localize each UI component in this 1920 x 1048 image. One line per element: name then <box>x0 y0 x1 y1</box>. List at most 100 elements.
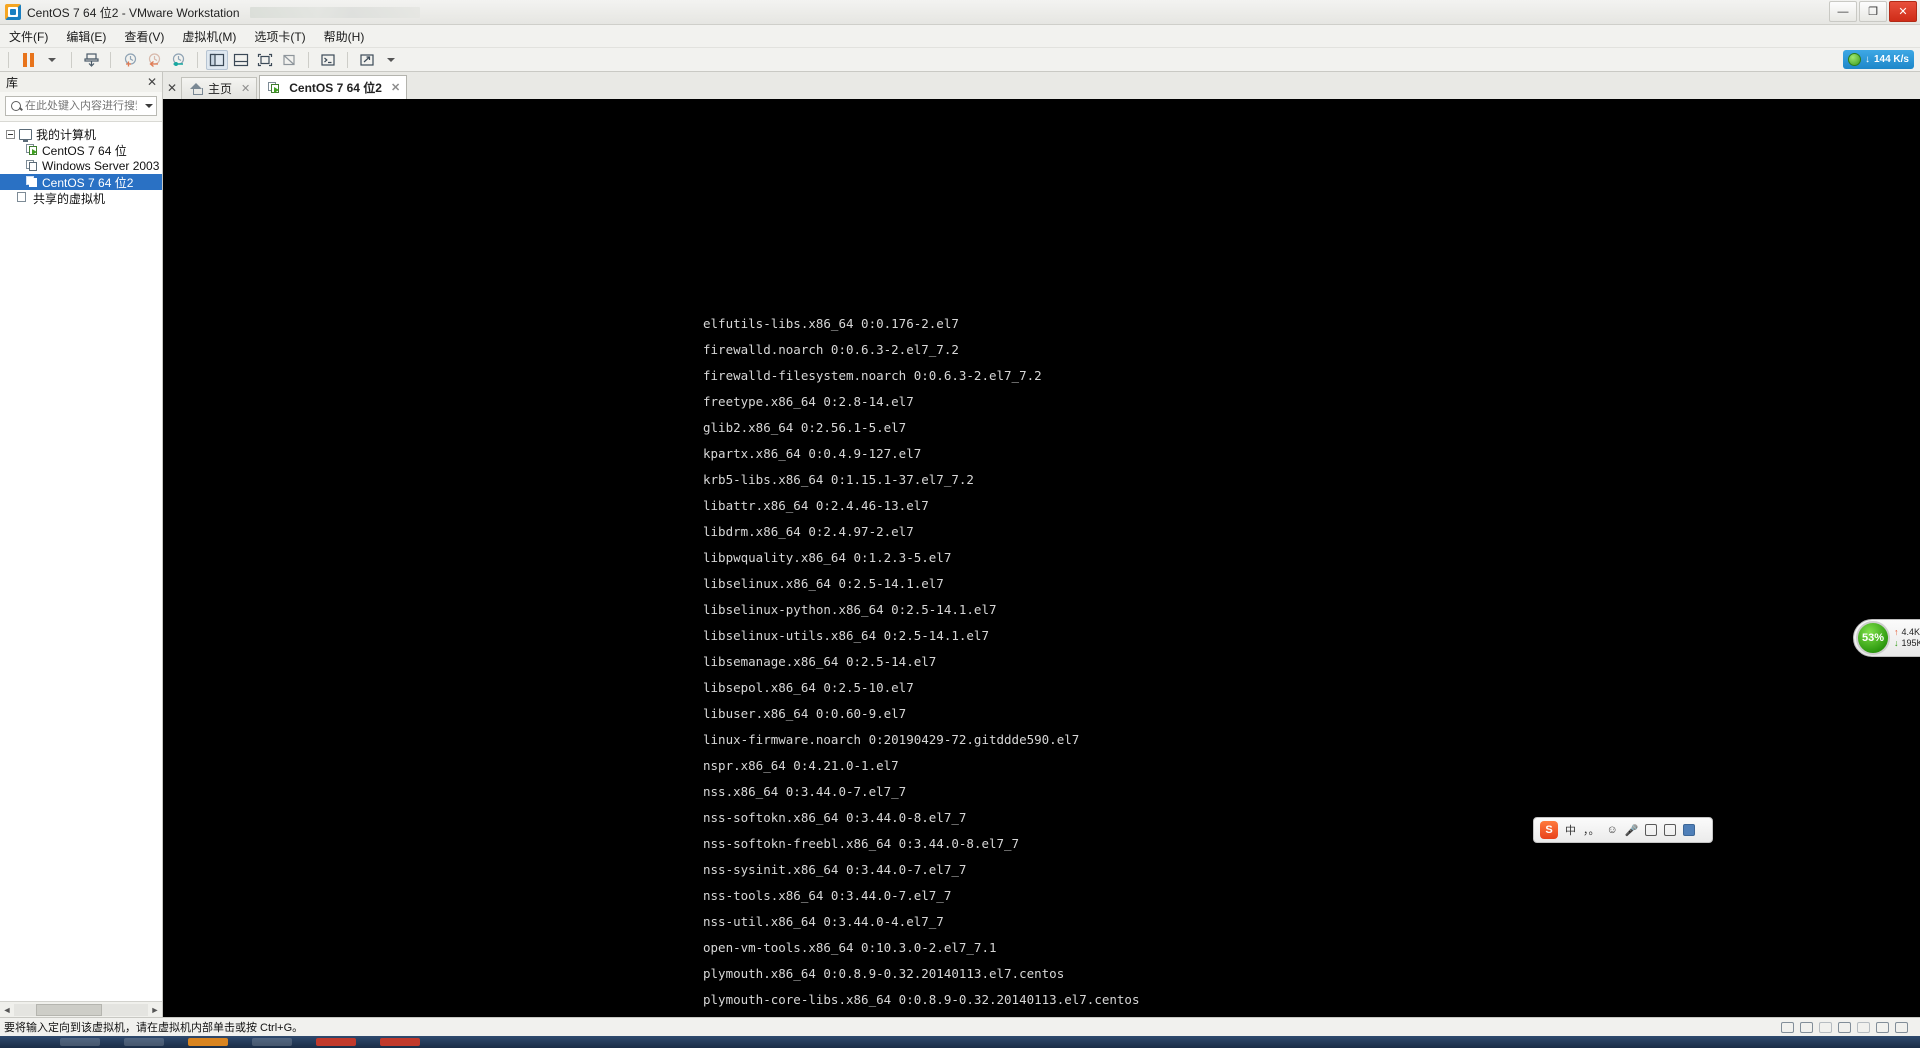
unity-button[interactable] <box>278 50 300 70</box>
console-icon <box>321 53 335 66</box>
taskbar-item[interactable] <box>60 1038 100 1046</box>
taskbar-item[interactable] <box>188 1038 228 1046</box>
toolbar: ↓ 144 K/s <box>0 48 1920 72</box>
maximize-button[interactable]: ❐ <box>1859 1 1887 22</box>
scroll-right-icon[interactable]: ► <box>148 1003 162 1017</box>
revert-snapshot-button[interactable] <box>143 50 165 70</box>
toolbar-separator <box>308 51 309 68</box>
chevron-down-icon[interactable] <box>145 104 153 108</box>
pause-icon <box>22 52 34 67</box>
terminal-line: glib2.x86_64 0:2.56.1-5.el7 <box>703 420 907 435</box>
power-dropdown[interactable] <box>41 50 63 70</box>
terminal-line: libattr.x86_64 0:2.4.46-13.el7 <box>703 498 929 513</box>
toolbar-separator <box>8 51 9 68</box>
printer-icon[interactable] <box>1857 1021 1870 1033</box>
toolbar-separator <box>71 51 72 68</box>
menu-vm[interactable]: 虚拟机(M) <box>173 26 245 47</box>
window-title: CentOS 7 64 位2 - VMware Workstation <box>27 5 240 20</box>
ime-punctuation-toggle[interactable]: ，。 <box>1583 822 1600 838</box>
terminal-line: nss-sysinit.x86_64 0:3.44.0-7.el7_7 <box>703 862 967 877</box>
tab-centos7-2[interactable]: CentOS 7 64 位2 ✕ <box>259 75 408 99</box>
workspace: 库 ✕ 我的计算机 CentOS 7 64 位 <box>0 72 1920 1017</box>
taskbar-item[interactable] <box>252 1038 292 1046</box>
clock-back-icon <box>148 52 160 67</box>
stretch-button[interactable] <box>356 50 378 70</box>
tree-node-centos7[interactable]: CentOS 7 64 位 <box>0 142 162 158</box>
menu-file[interactable]: 文件(F) <box>0 26 57 47</box>
computer-icon <box>19 128 32 142</box>
snapshot-icon <box>83 52 99 67</box>
net-badge-arrow: ↓ <box>1864 54 1870 65</box>
toolbar-separator <box>347 51 348 68</box>
fullscreen-button[interactable] <box>254 50 276 70</box>
search-input[interactable] <box>25 100 137 112</box>
menu-edit[interactable]: 编辑(E) <box>57 26 115 47</box>
collapse-icon[interactable] <box>6 129 15 139</box>
sound-icon[interactable] <box>1838 1021 1851 1033</box>
keyboard-icon[interactable] <box>1645 824 1658 836</box>
tab-strip: ✕ 主页 ✕ CentOS 7 64 位2 ✕ <box>163 72 1920 99</box>
usb-icon[interactable] <box>1819 1021 1832 1033</box>
taskbar-item[interactable] <box>380 1038 420 1046</box>
sogou-logo-icon[interactable]: S <box>1540 821 1558 839</box>
scroll-left-icon[interactable]: ◄ <box>0 1003 14 1017</box>
stretch-dropdown[interactable] <box>380 50 402 70</box>
net-badge-speed: 144 K/s <box>1873 54 1909 65</box>
terminal-line: nss-softokn-freebl.x86_64 0:3.44.0-8.el7… <box>703 836 1020 851</box>
scroll-track[interactable] <box>14 1003 148 1016</box>
vm-icon <box>26 176 38 188</box>
menu-tabs[interactable]: 选项卡(T) <box>245 26 314 47</box>
tab-close-icon[interactable]: ✕ <box>241 82 250 95</box>
network-speed-badge[interactable]: ↓ 144 K/s <box>1842 50 1914 69</box>
apps-icon[interactable] <box>1683 824 1696 836</box>
close-button[interactable]: ✕ <box>1889 1 1917 22</box>
menu-view[interactable]: 查看(V) <box>115 26 173 47</box>
mic-icon[interactable]: 🎤 <box>1625 824 1639 837</box>
show-library-button[interactable] <box>206 49 228 70</box>
unity-icon <box>283 54 295 65</box>
vmware-logo-icon <box>5 4 21 20</box>
terminal-line: nss-softokn.x86_64 0:3.44.0-8.el7_7 <box>703 810 967 825</box>
tree-node-winserver2003[interactable]: Windows Server 2003 <box>0 158 162 174</box>
close-icon[interactable]: ✕ <box>147 75 157 89</box>
hdd-icon[interactable] <box>1781 1021 1794 1033</box>
tree-node-centos7-2[interactable]: CentOS 7 64 位2 <box>0 174 162 190</box>
scroll-thumb[interactable] <box>36 1003 102 1016</box>
home-icon <box>190 83 203 95</box>
emoji-icon[interactable]: ☺ <box>1607 824 1618 836</box>
take-snapshot-button[interactable] <box>119 50 141 70</box>
snapshot-button[interactable] <box>80 50 102 70</box>
terminal-line: libselinux-utils.x86_64 0:2.5-14.1.el7 <box>703 628 989 643</box>
suspend-button[interactable] <box>17 50 39 70</box>
display-icon[interactable] <box>1876 1021 1889 1033</box>
minimize-button[interactable]: — <box>1829 1 1857 22</box>
network-monitor-widget[interactable]: 53% ↑4.4K/s ↓195K/s + <box>1853 619 1920 657</box>
globe-icon <box>1847 53 1861 66</box>
disk-icon[interactable] <box>1895 1021 1908 1033</box>
library-search[interactable] <box>5 96 157 116</box>
tabstrip-close-icon[interactable]: ✕ <box>163 77 181 99</box>
tree-node-my-computer[interactable]: 我的计算机 <box>0 126 162 142</box>
library-hscrollbar[interactable]: ◄ ► <box>0 1001 162 1017</box>
ime-mode-toggle[interactable]: 中 <box>1565 822 1576 838</box>
status-bar: 要将输入定向到该虚拟机，请在虚拟机内部单击或按 Ctrl+G。 <box>0 1017 1920 1036</box>
console-button[interactable] <box>317 50 339 70</box>
vm-console[interactable]: elfutils-libs.x86_64 0:0.176-2.el7 firew… <box>163 99 1920 1017</box>
show-thumbnails-button[interactable] <box>230 50 252 70</box>
tab-home[interactable]: 主页 ✕ <box>181 77 258 99</box>
taskbar-item[interactable] <box>124 1038 164 1046</box>
snapshot-manager-button[interactable] <box>167 50 189 70</box>
menu-bar: 文件(F) 编辑(E) 查看(V) 虚拟机(M) 选项卡(T) 帮助(H) <box>0 25 1920 48</box>
tree-node-shared-vms[interactable]: 共享的虚拟机 <box>0 190 162 206</box>
terminal-line: nss-tools.x86_64 0:3.44.0-7.el7_7 <box>703 888 952 903</box>
tree-node-label: CentOS 7 64 位2 <box>42 175 134 190</box>
menu-help[interactable]: 帮助(H) <box>315 26 374 47</box>
taskbar-item[interactable] <box>316 1038 356 1046</box>
fullscreen-icon <box>257 53 273 66</box>
library-tree: 我的计算机 CentOS 7 64 位 Windows Server 2003 <box>0 121 162 1001</box>
tab-close-icon[interactable]: ✕ <box>391 81 400 94</box>
terminal-line: kpartx.x86_64 0:0.4.9-127.el7 <box>703 446 922 461</box>
network-icon[interactable] <box>1800 1021 1813 1033</box>
ime-toolbar[interactable]: S 中 ，。 ☺ 🎤 <box>1533 817 1713 843</box>
toolbox-icon[interactable] <box>1664 824 1677 836</box>
